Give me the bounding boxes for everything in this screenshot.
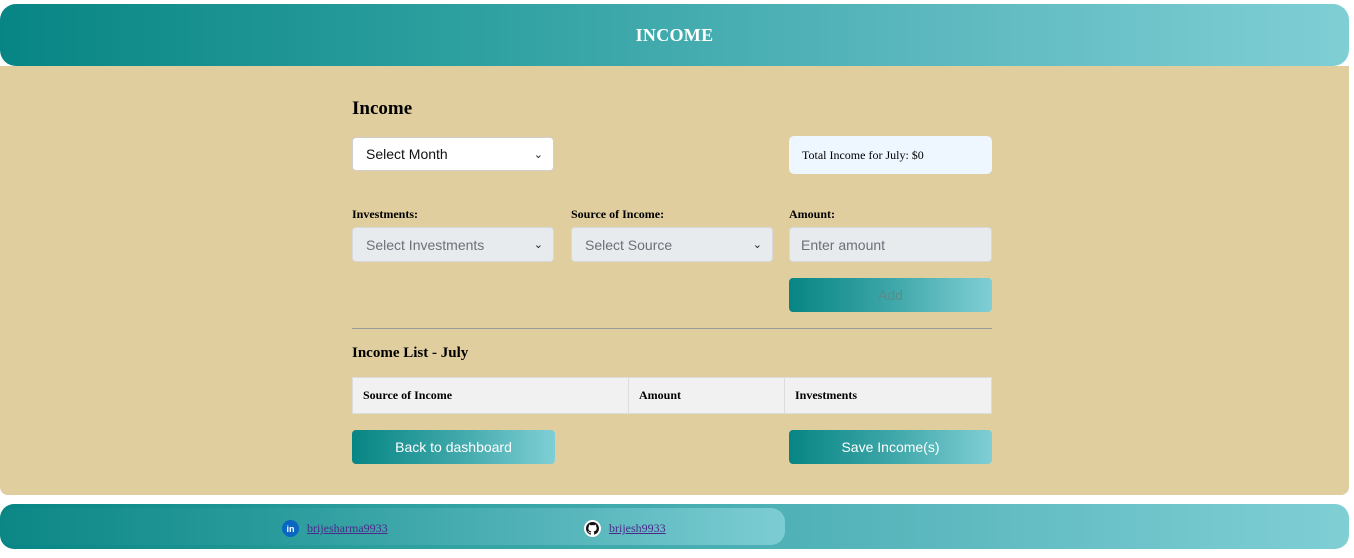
back-to-dashboard-button[interactable]: Back to dashboard xyxy=(352,430,555,464)
income-panel xyxy=(0,66,1349,495)
page-title: INCOME xyxy=(635,24,714,45)
total-income-text: Total Income for July: $0 xyxy=(802,147,924,162)
app-header: INCOME xyxy=(0,4,1349,66)
column-header-investments: Investments xyxy=(795,388,857,402)
month-select-value: Select Month xyxy=(366,146,448,162)
total-income-box: Total Income for July: $0 xyxy=(789,136,992,174)
footer-links-bar xyxy=(0,508,785,545)
amount-placeholder: Enter amount xyxy=(801,236,886,253)
save-income-button[interactable]: Save Income(s) xyxy=(789,430,992,464)
linkedin-icon: in xyxy=(282,520,299,537)
github-link-group: brijesh9933 xyxy=(584,520,666,537)
amount-label: Amount: xyxy=(789,207,836,221)
chevron-down-icon: ⌄ xyxy=(533,148,543,161)
column-header-amount: Amount xyxy=(629,378,785,413)
linkedin-link-group: in brijesharma9933 xyxy=(282,520,388,537)
source-select-value: Select Source xyxy=(585,236,673,253)
income-heading: Income xyxy=(352,98,413,119)
chevron-down-icon: ⌄ xyxy=(533,239,543,251)
linkedin-link[interactable]: brijesharma9933 xyxy=(307,521,388,536)
back-button-label: Back to dashboard xyxy=(395,439,512,455)
add-button[interactable]: Add xyxy=(789,278,992,312)
chevron-down-icon: ⌄ xyxy=(752,239,762,251)
investments-label: Investments: xyxy=(352,207,418,221)
amount-input[interactable]: Enter amount xyxy=(789,227,992,262)
divider xyxy=(352,328,992,329)
footer: in brijesharma9933 brijesh9933 xyxy=(0,504,1349,549)
month-select[interactable]: Select Month ⌄ xyxy=(352,137,554,171)
github-link[interactable]: brijesh9933 xyxy=(609,521,666,536)
source-select[interactable]: Select Source ⌄ xyxy=(571,227,773,262)
column-header-source: Source of Income xyxy=(353,378,629,413)
income-table-header: Source of Income Amount Investments xyxy=(352,377,992,414)
add-button-label: Add xyxy=(878,287,903,303)
income-list-title: Income List - July xyxy=(352,345,469,361)
source-label: Source of Income: xyxy=(571,207,665,221)
github-icon xyxy=(584,520,601,537)
investments-select[interactable]: Select Investments ⌄ xyxy=(352,227,554,262)
save-button-label: Save Income(s) xyxy=(841,439,940,455)
investments-select-value: Select Investments xyxy=(366,236,485,253)
